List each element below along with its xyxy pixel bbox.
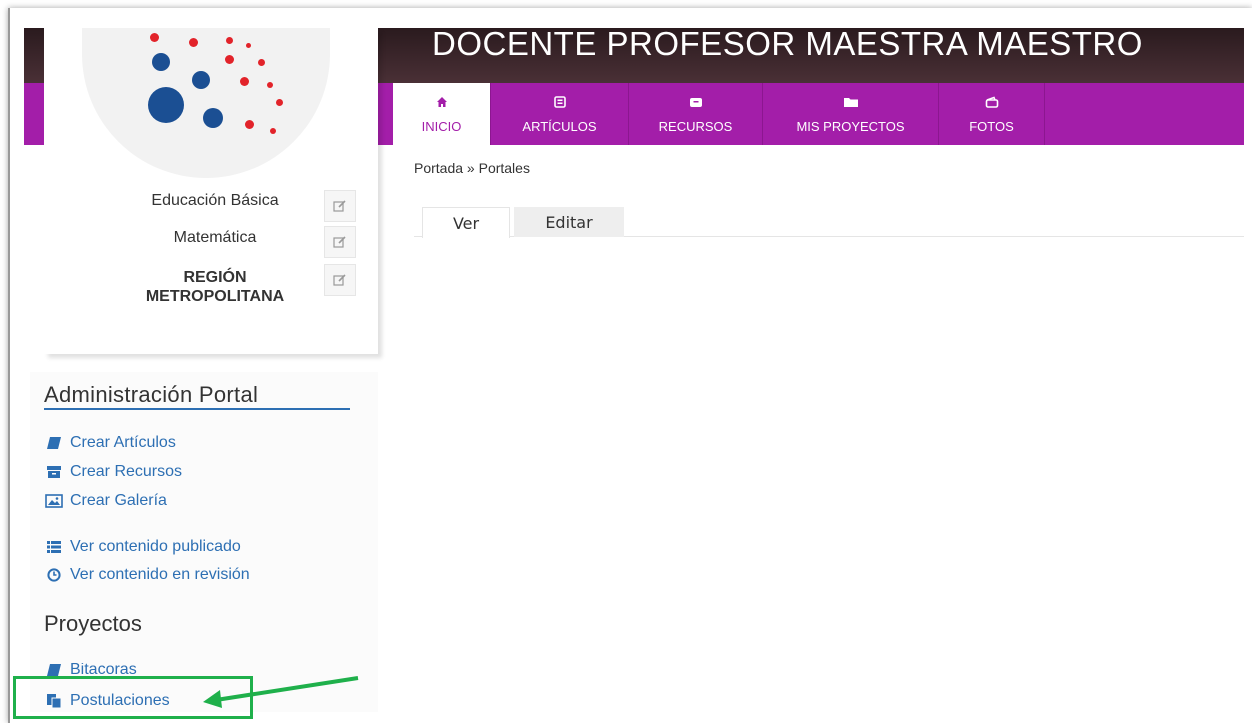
annotation-arrow-icon: [203, 676, 359, 708]
